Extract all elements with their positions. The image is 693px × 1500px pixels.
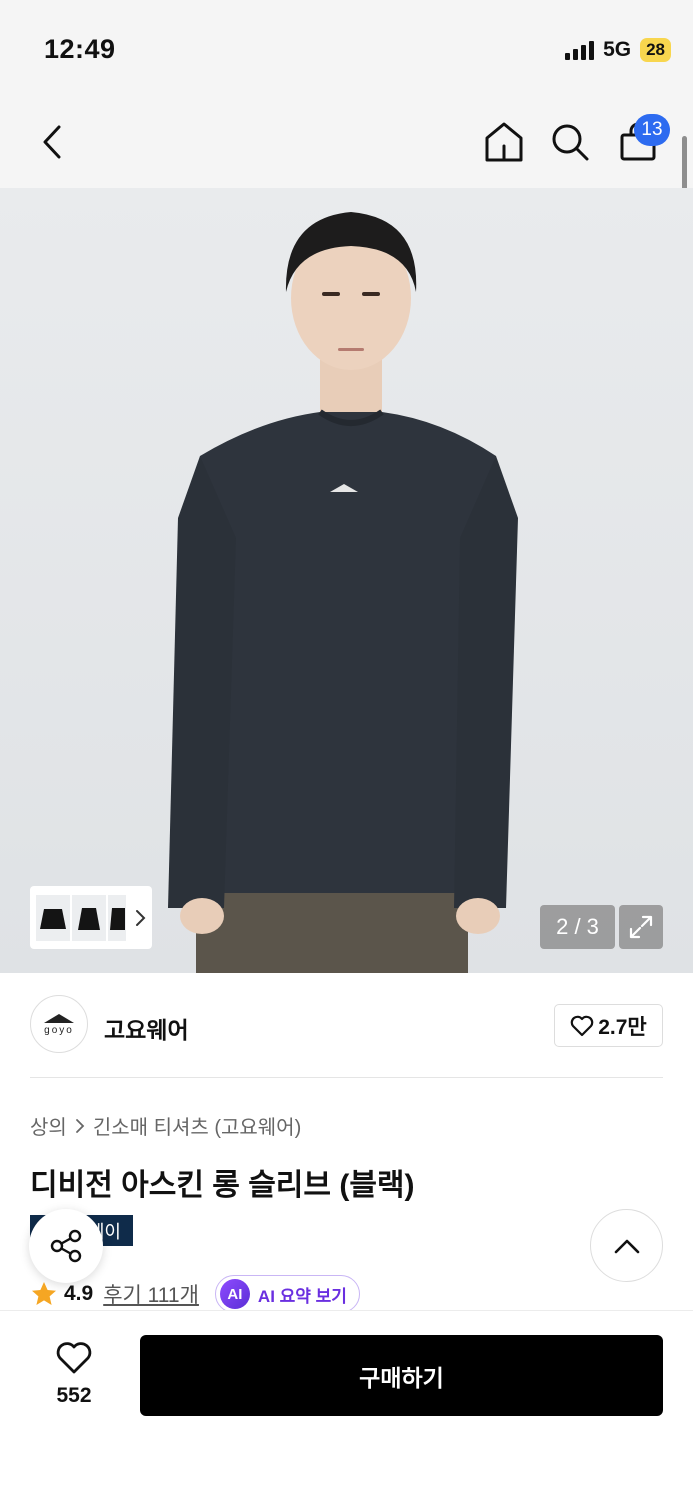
expand-icon [629, 915, 653, 939]
share-icon [50, 1229, 82, 1263]
brand-row: goyo 고요웨어 2.7만 [30, 995, 663, 1055]
brand-like-count: 2.7만 [598, 1015, 647, 1039]
breadcrumb-item[interactable]: 긴소매 티셔츠 (고요웨어) [93, 1111, 301, 1140]
buy-button[interactable]: 구매하기 [140, 1335, 663, 1416]
product-title: 디비전 아스킨 롱 슬리브 (블랙) [30, 1169, 415, 1202]
thumbnail[interactable] [36, 894, 70, 941]
search-button[interactable] [548, 96, 592, 188]
ai-summary-label: AI 요약 보기 [257, 1286, 347, 1306]
star-icon [32, 1282, 56, 1305]
brand-logo-text: goyo [44, 1025, 74, 1036]
signal-icon [565, 40, 595, 60]
status-bar: 12:49 5G 28 [0, 0, 693, 96]
breadcrumb-item[interactable]: 상의 [30, 1111, 67, 1140]
thumbnail-strip[interactable] [30, 886, 152, 949]
brand-like-button[interactable]: 2.7만 [554, 1004, 663, 1047]
share-button[interactable] [29, 1209, 103, 1283]
thumbnail[interactable] [108, 894, 126, 941]
status-indicators: 5G 28 [565, 38, 671, 62]
home-button[interactable] [482, 96, 526, 188]
wishlist-count: 552 [56, 1384, 92, 1407]
battery-icon: 28 [640, 38, 671, 62]
bottom-action-bar: 552 구매하기 [0, 1310, 693, 1500]
product-image[interactable] [0, 188, 693, 973]
thumbnail[interactable] [72, 894, 106, 941]
brand-name[interactable]: 고요웨어 [104, 1011, 189, 1045]
rating-row: 4.9 후기 111개 AI AI 요약 보기 [30, 1273, 360, 1315]
heart-icon [56, 1342, 92, 1374]
heart-icon [570, 1015, 594, 1036]
back-button[interactable] [30, 96, 74, 188]
rating-value: 4.9 [64, 1282, 94, 1305]
home-icon [485, 122, 523, 162]
expand-button[interactable] [619, 905, 663, 949]
chevron-right-icon [136, 909, 146, 926]
chevron-left-icon [43, 125, 61, 159]
search-icon [552, 124, 589, 161]
chevron-up-icon [614, 1239, 639, 1253]
cart-count-badge: 13 [634, 114, 670, 146]
chevron-right-icon [75, 1118, 85, 1133]
brand-logo[interactable]: goyo [30, 995, 88, 1053]
model-photo [168, 212, 518, 973]
wishlist-button[interactable]: 552 [38, 1341, 110, 1408]
status-time: 12:49 [44, 34, 116, 64]
ai-badge-icon: AI [219, 1279, 250, 1309]
ai-summary-button[interactable]: AI AI 요약 보기 [214, 1275, 360, 1313]
network-label: 5G [603, 38, 632, 61]
review-link[interactable]: 후기 111개 [103, 1279, 199, 1309]
divider [30, 1077, 663, 1078]
image-counter: 2 / 3 [540, 905, 615, 949]
nav-bar [0, 96, 693, 188]
breadcrumb: 상의 긴소매 티셔츠 (고요웨어) [30, 1111, 301, 1140]
mountain-icon [44, 1014, 74, 1023]
scroll-top-button[interactable] [590, 1209, 663, 1282]
